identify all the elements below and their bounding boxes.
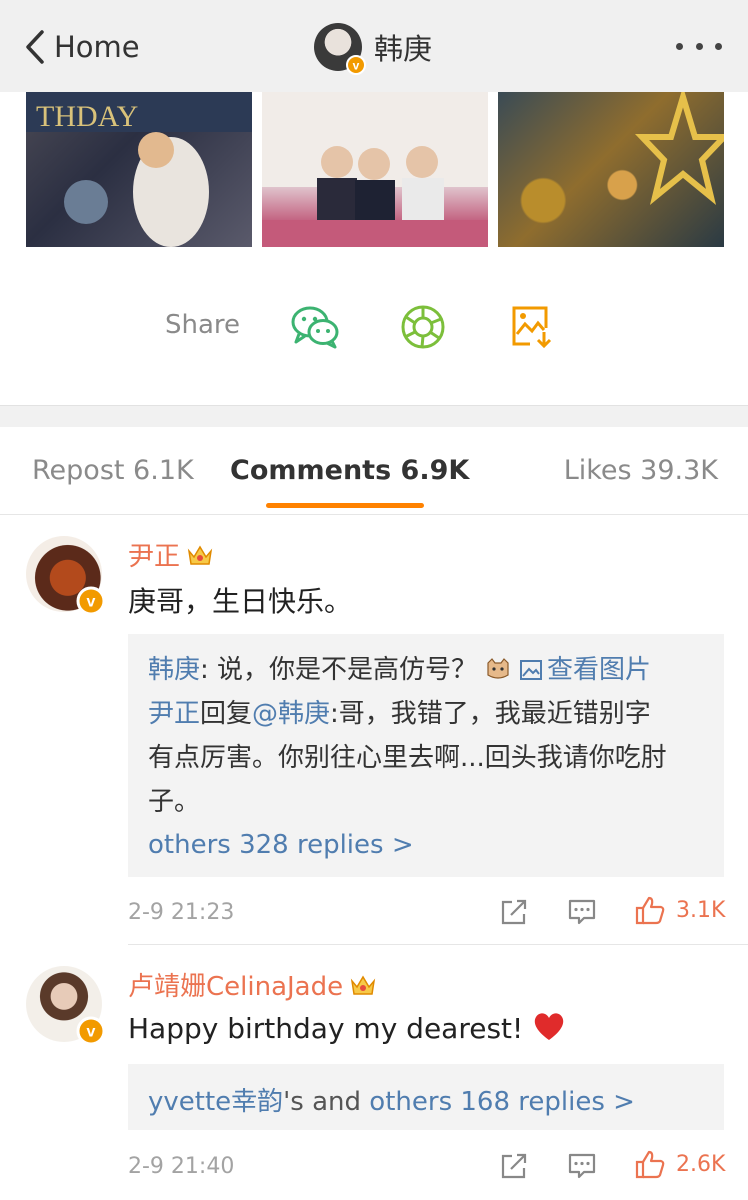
reply-mention[interactable]: @韩庚 (252, 699, 330, 729)
reply-preview-box[interactable]: yvette幸韵's and others 168 replies > (128, 1064, 724, 1130)
star-decoration-icon (634, 92, 724, 206)
back-label: Home (54, 30, 140, 64)
reply-line: 子。 (148, 787, 201, 817)
svg-text:v: v (87, 1024, 96, 1041)
top-nav-bar: Home v 韩庚 (0, 0, 748, 92)
reply-text: :哥，我错了，我最近错别字 (330, 699, 651, 729)
repost-icon[interactable] (498, 1150, 530, 1182)
comment-username[interactable]: 尹正 (128, 536, 214, 573)
photo-thumbnail[interactable] (262, 92, 488, 247)
username-text: 卢靖姗CelinaJade (128, 972, 344, 1002)
more-replies-link[interactable]: others 328 replies > (148, 830, 704, 860)
nav-title-group[interactable]: v 韩庚 (314, 22, 433, 75)
tab-comments[interactable]: Comments 6.9K (230, 455, 469, 486)
like-count: 2.6K (676, 1151, 726, 1177)
comment-text: Happy birthday my dearest! (128, 1012, 524, 1045)
photo-thumbnail[interactable]: THDAY (26, 92, 252, 247)
avatar[interactable]: v (314, 23, 366, 75)
reply-preview-box[interactable]: 韩庚: 说，你是不是高仿号？ 查看图片 尹正回复@韩庚:哥，我错了，我最近错别字 … (128, 634, 724, 877)
reply-line: 有点厉害。你别往心里去啊...回头我请你吃肘 (148, 743, 667, 773)
crown-icon (350, 975, 376, 995)
crown-icon (187, 545, 213, 565)
more-replies-link[interactable]: others 168 replies > (369, 1087, 635, 1117)
comment-text: 庚哥，生日快乐。 (128, 585, 353, 618)
reply-line: 尹正回复@韩庚:哥，我错了，我最近错别字 (148, 692, 704, 736)
birthday-photo-icon: THDAY (26, 92, 252, 247)
svg-text:v: v (87, 594, 96, 611)
wechat-icon[interactable] (290, 304, 340, 350)
comment-username[interactable]: 卢靖姗CelinaJade (128, 966, 377, 1003)
verified-badge-icon: v (76, 1016, 106, 1046)
like-button[interactable]: 3.1K (634, 894, 725, 926)
comment-icon[interactable] (566, 1150, 598, 1182)
view-image-link[interactable]: 查看图片 (547, 655, 651, 685)
more-dot-icon (676, 42, 683, 50)
reply-mid: 's and (283, 1087, 370, 1117)
page-title: 韩庚 (374, 32, 433, 66)
reply-line: yvette幸韵's and others 168 replies > (148, 1080, 704, 1124)
svg-text:THDAY: THDAY (36, 100, 138, 133)
reply-line: 韩庚: 说，你是不是高仿号？ 查看图片 (148, 648, 704, 692)
comment-divider (128, 944, 748, 945)
thumbs-up-icon (635, 896, 665, 925)
username-text: 尹正 (128, 542, 181, 572)
verified-badge-icon: v (346, 55, 366, 75)
group-photo-icon (262, 92, 488, 247)
comment-meta: 2-9 21:40 2.6K (128, 1148, 725, 1188)
comment-time: 2-9 21:40 (128, 1154, 235, 1179)
verified-badge-icon: v (76, 586, 106, 616)
more-dot-icon (715, 42, 722, 50)
cat-emoji-icon (487, 658, 509, 679)
moments-icon[interactable] (398, 304, 448, 350)
reply-author[interactable]: 韩庚 (148, 655, 200, 685)
more-dot-icon (695, 42, 703, 50)
reply-author[interactable]: yvette幸韵 (148, 1087, 283, 1117)
repost-icon[interactable] (498, 896, 530, 928)
more-options-button[interactable] (676, 38, 722, 54)
active-tab-indicator (266, 503, 424, 508)
chevron-left-icon (26, 30, 44, 64)
share-label: Share (165, 310, 241, 340)
back-button[interactable]: Home (22, 22, 140, 72)
reply-text: : 说，你是不是高仿号？ (200, 655, 478, 685)
comment-time: 2-9 21:23 (128, 900, 235, 925)
comment-text-row: Happy birthday my dearest! (128, 1010, 567, 1045)
tab-likes[interactable]: Likes 39.3K (564, 455, 718, 486)
section-divider (0, 405, 748, 427)
heart-emoji-icon (535, 1013, 564, 1040)
like-button[interactable]: 2.6K (634, 1148, 725, 1180)
image-icon (520, 660, 543, 680)
comment-meta: 2-9 21:23 3.1K (128, 894, 725, 934)
share-row: Share (0, 300, 748, 356)
svg-text:v: v (353, 59, 360, 73)
photo-thumbnail[interactable] (498, 92, 724, 247)
tab-bar: Repost 6.1K Comments 6.9K Likes 39.3K (0, 427, 748, 515)
tab-repost[interactable]: Repost 6.1K (32, 455, 194, 486)
save-image-icon[interactable] (508, 304, 558, 350)
like-count: 3.1K (676, 897, 726, 923)
comment-icon[interactable] (566, 896, 598, 928)
photo-grid: THDAY (26, 92, 724, 247)
thumbs-up-icon (635, 1150, 665, 1179)
reply-author[interactable]: 尹正 (148, 699, 200, 729)
reply-mid: 回复 (200, 699, 253, 729)
